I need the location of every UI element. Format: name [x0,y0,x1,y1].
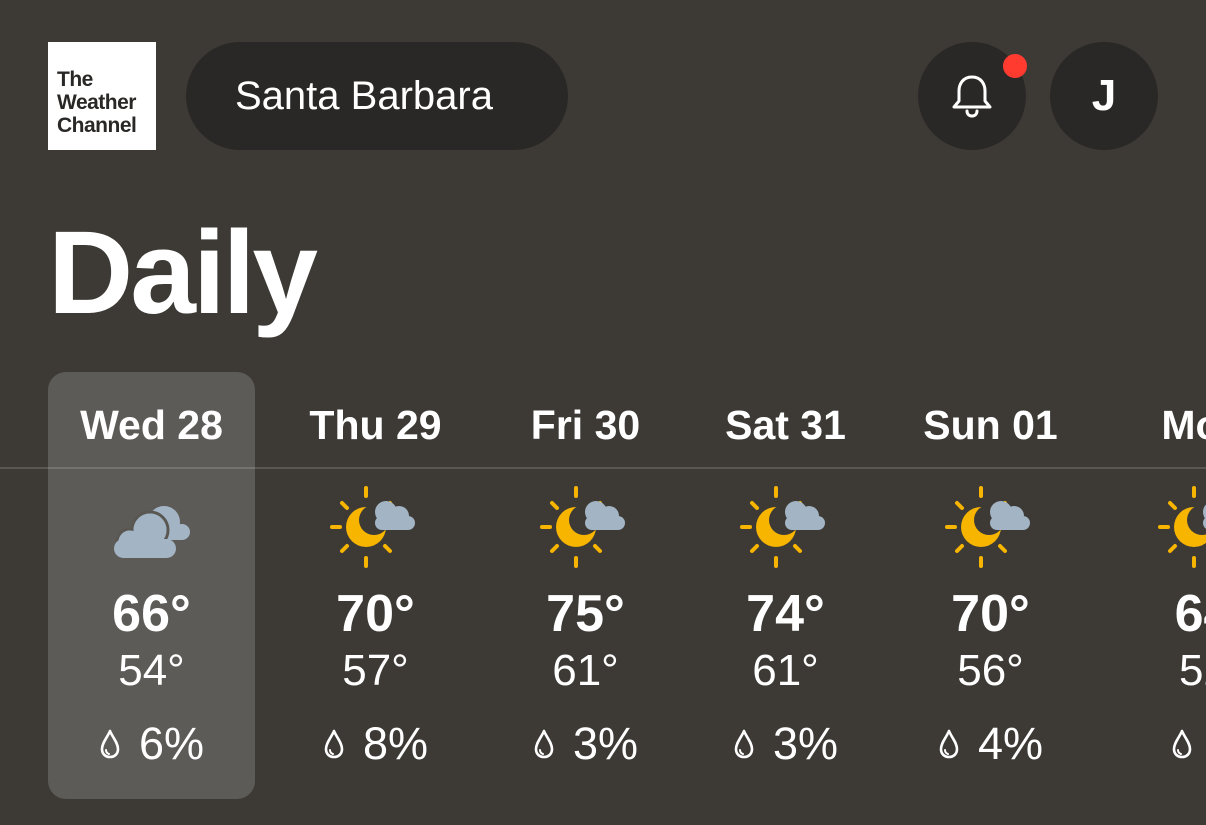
page-title: Daily [48,207,318,339]
day-label: Sat 31 [725,402,846,448]
low-temp: 61° [552,646,619,695]
low-temp: 56° [957,646,1024,695]
weather-channel-logo[interactable]: The Weather Channel [48,42,156,150]
cloudy-icon [113,506,190,558]
partly-cloudy-night-icon [539,486,625,568]
logo-line-1: The [57,68,93,91]
partly-cloudy-night-icon [944,486,1030,568]
raindrop-icon [1172,729,1192,759]
day-label: Fri 30 [530,402,641,448]
precip-chance: 3% [682,718,889,770]
raindrop-icon [939,729,959,759]
avatar-initial: J [1091,71,1117,120]
high-temp: 75° [546,585,625,643]
raindrop-icon [534,729,554,759]
partly-cloudy-night-icon [1157,486,1206,568]
precip-chance: 1 [1100,718,1206,770]
precip-value: 8% [362,718,429,769]
bell-icon [952,75,992,118]
account-avatar-button[interactable]: J [1050,42,1158,150]
precip-chance: 3% [482,718,689,770]
raindrop-icon [324,729,344,759]
precip-value: 3% [772,718,839,769]
raindrop-icon [734,729,754,759]
day-label: Sun 01 [923,402,1058,448]
precip-value: 4% [977,718,1044,769]
partly-cloudy-night-icon [329,486,415,568]
day-column[interactable]: Mon 64 52 1 [1100,372,1206,799]
low-temp: 57° [342,646,409,695]
day-label: Wed 28 [80,402,223,448]
precip-value: 3% [572,718,639,769]
notification-badge [1003,54,1027,78]
precip-chance: 8% [272,718,479,770]
day-label: Mon [1161,402,1206,448]
low-temp: 61° [752,646,819,695]
high-temp: 70° [336,585,415,643]
logo-line-3: Channel [57,114,137,137]
day-column[interactable]: Wed 28 66° 54° 6% [48,372,255,799]
high-temp: 74° [746,585,825,643]
location-selector[interactable]: Santa Barbara [186,42,568,150]
day-label: Thu 29 [309,402,442,448]
location-name: Santa Barbara [235,73,493,118]
precip-value: 6% [138,718,205,769]
high-temp: 64 [1174,585,1206,643]
high-temp: 66° [112,585,191,643]
partly-cloudy-night-icon [739,486,825,568]
low-temp: 52 [1179,646,1206,695]
logo-line-2: Weather [57,91,136,114]
precip-chance: 4% [887,718,1094,770]
day-column[interactable]: Sun 01 70° 56° 4% [887,372,1094,799]
day-column[interactable]: Sat 31 74° 61° 3% [682,372,889,799]
raindrop-icon [100,729,120,759]
precip-chance: 6% [48,718,255,770]
day-column[interactable]: Thu 29 70° 57° 8% [272,372,479,799]
high-temp: 70° [951,585,1030,643]
day-column[interactable]: Fri 30 75° 61° 3% [482,372,689,799]
low-temp: 54° [118,646,185,695]
